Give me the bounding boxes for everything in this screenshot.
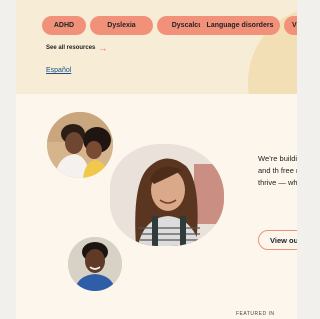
chip-language-disorders[interactable]: Language disorders (200, 16, 280, 35)
chip-partial[interactable]: V (284, 16, 297, 35)
espanol-link[interactable]: Español (46, 67, 71, 74)
view-our-button[interactable]: View our (258, 230, 297, 250)
photo-smiling-girl (110, 144, 224, 246)
see-all-label: See all resources (46, 45, 96, 51)
chip-adhd[interactable]: ADHD (42, 16, 86, 35)
arrow-right-icon: → (98, 43, 108, 53)
photo-mother-daughter (47, 112, 113, 178)
resource-bar: ADHD Dyslexia Dyscalculia Language disor… (16, 0, 297, 94)
featured-in-label: FEATURED IN (236, 311, 275, 317)
page: ADHD Dyslexia Dyscalculia Language disor… (16, 0, 297, 319)
hero-section: We’re buildi learn and th free resourc t… (16, 94, 297, 319)
photo-boy (68, 237, 122, 291)
chip-dyslexia[interactable]: Dyslexia (90, 16, 153, 35)
see-all-resources-link[interactable]: See all resources → (46, 43, 108, 53)
hero-description: We’re buildi learn and th free resourc t… (258, 154, 297, 187)
